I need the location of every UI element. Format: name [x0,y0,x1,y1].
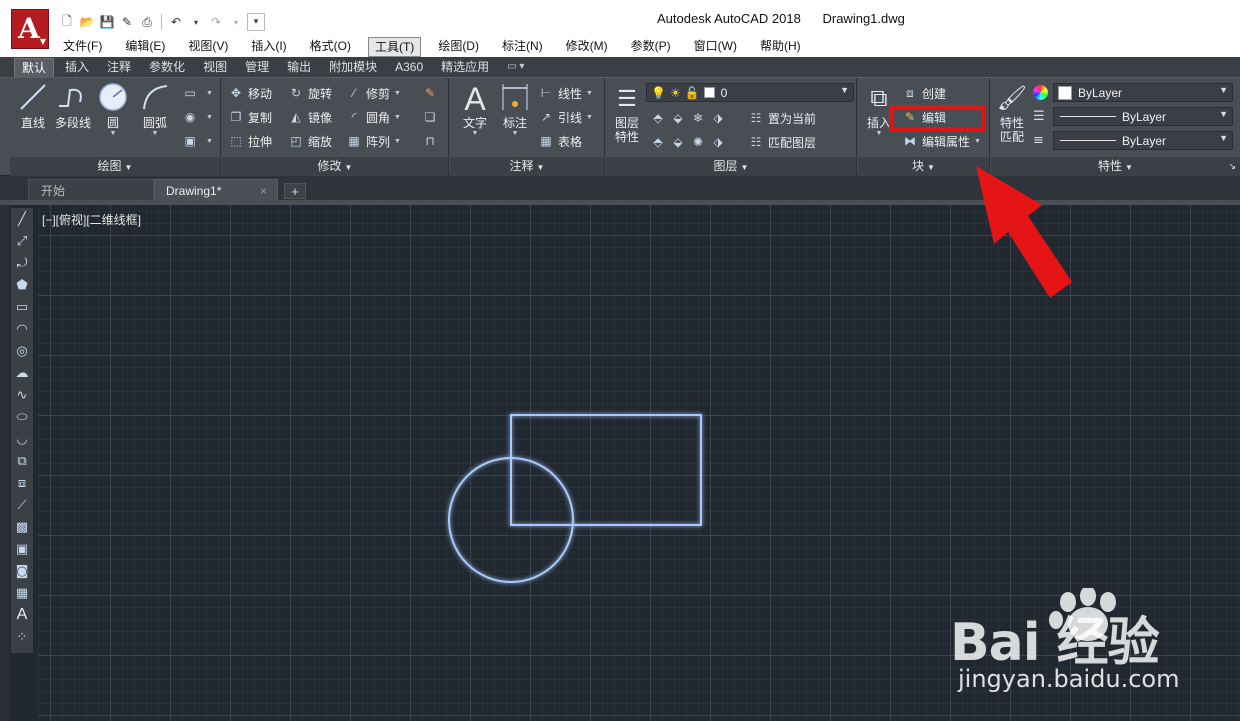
watermark-brand: Bai 经验 [950,613,1160,673]
drawn-rectangle[interactable] [510,414,702,526]
watermark-url: jingyan.baidu.com [958,665,1180,693]
red-arrow-annotation [976,166,1072,298]
autocad-logo-icon: A [18,12,40,45]
chevron-down-icon: ▼ [39,37,46,46]
application-menu-button[interactable]: A ▼ [11,9,49,49]
